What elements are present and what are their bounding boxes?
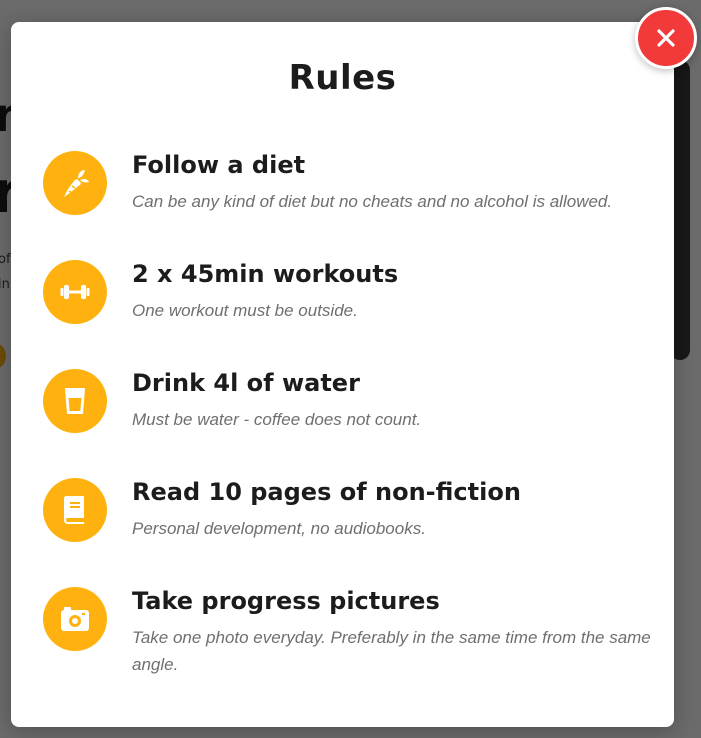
- rule-item: Follow a diet Can be any kind of diet bu…: [43, 148, 663, 257]
- rule-item: Take progress pictures Take one photo ev…: [43, 584, 663, 693]
- close-button[interactable]: [635, 7, 697, 69]
- rule-title: 2 x 45min workouts: [132, 260, 399, 288]
- carrot-icon: [43, 151, 107, 215]
- rule-text: Read 10 pages of non-fiction Personal de…: [132, 475, 657, 542]
- rule-description: Can be any kind of diet but no cheats an…: [132, 192, 613, 211]
- dumbbell-icon: [43, 260, 107, 324]
- rules-modal: Rules Follow a diet Can be any kind of d…: [11, 22, 674, 727]
- rule-text: Drink 4l of water Must be water - coffee…: [132, 366, 657, 433]
- close-icon: [657, 29, 675, 47]
- rule-item: Read 10 pages of non-fiction Personal de…: [43, 475, 663, 584]
- rule-title: Read 10 pages of non-fiction: [132, 478, 521, 506]
- rule-text: Follow a diet Can be any kind of diet bu…: [132, 148, 657, 215]
- rule-text: Take progress pictures Take one photo ev…: [132, 584, 657, 678]
- rule-title: Take progress pictures: [132, 587, 440, 615]
- rule-item: Drink 4l of water Must be water - coffee…: [43, 366, 663, 475]
- rule-description: Personal development, no audiobooks.: [132, 519, 426, 538]
- rules-list: Follow a diet Can be any kind of diet bu…: [43, 148, 663, 693]
- rule-item: 2 x 45min workouts One workout must be o…: [43, 257, 663, 366]
- water-glass-icon: [43, 369, 107, 433]
- camera-icon: [43, 587, 107, 651]
- rule-title: Follow a diet: [132, 151, 306, 179]
- modal-title: Rules: [288, 58, 397, 98]
- rule-text: 2 x 45min workouts One workout must be o…: [132, 257, 657, 324]
- rule-description: Must be water - coffee does not count.: [132, 410, 422, 429]
- rule-description: Take one photo everyday. Preferably in t…: [132, 628, 651, 674]
- book-icon: [43, 478, 107, 542]
- rule-title: Drink 4l of water: [132, 369, 360, 397]
- rule-description: One workout must be outside.: [132, 301, 358, 320]
